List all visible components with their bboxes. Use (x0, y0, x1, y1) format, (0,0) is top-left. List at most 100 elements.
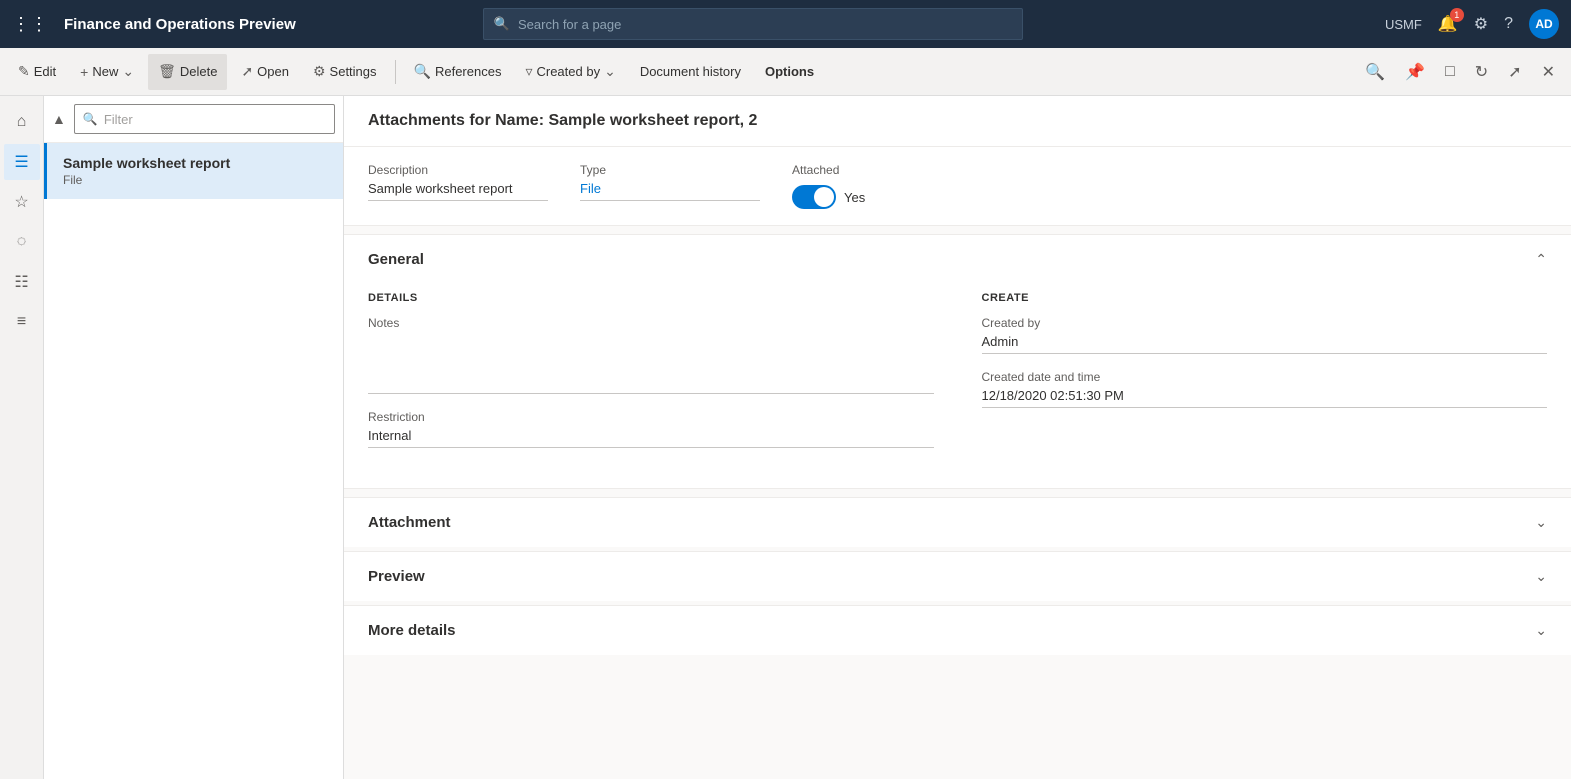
references-button[interactable]: 🔍 References (404, 54, 512, 90)
top-navigation: ⋮⋮ Finance and Operations Preview 🔍 USMF… (0, 0, 1571, 48)
sidebar-item-active[interactable]: ☰ (4, 144, 40, 180)
attachment-section-header[interactable]: Attachment ⌄ (344, 498, 1571, 547)
main-layout: ⌂ ☰ ☆ ◌ ☷ ≡ ▲ 🔍 Sample worksheet report … (0, 96, 1571, 779)
attached-field: Attached Yes (792, 163, 972, 209)
created-date-label: Created date and time (982, 370, 1548, 384)
preview-section: Preview ⌄ (344, 551, 1571, 601)
popout-button[interactable]: ➚ (1500, 56, 1529, 88)
attached-label: Attached (792, 163, 972, 177)
edit-icon: ✎ (18, 63, 30, 80)
document-history-button[interactable]: Document history (630, 54, 751, 90)
new-button[interactable]: + New ⌄ (70, 54, 144, 90)
help-icon[interactable]: ? (1504, 15, 1513, 33)
fields-row: Description Sample worksheet report Type… (344, 147, 1571, 226)
split-button[interactable]: □ (1437, 57, 1463, 87)
toolbar: ✎ Edit + New ⌄ 🗑 Delete ➚ Open ⚙ Setting… (0, 48, 1571, 96)
new-plus-icon: + (80, 64, 88, 80)
details-col-title: DETAILS (368, 292, 934, 304)
grid-icon[interactable]: ⋮⋮ (12, 14, 48, 35)
list-item-title: Sample worksheet report (63, 155, 327, 171)
search-input[interactable] (518, 17, 1012, 32)
list-item[interactable]: Sample worksheet report File (44, 143, 343, 199)
right-content: Attachments for Name: Sample worksheet r… (344, 96, 1571, 779)
type-field: Type File (580, 163, 760, 209)
type-label: Type (580, 163, 760, 177)
open-button[interactable]: ➚ Open (231, 54, 299, 90)
created-by-filter-icon: ▿ (525, 63, 532, 80)
list-item-subtitle: File (63, 173, 327, 187)
global-search-bar[interactable]: 🔍 (483, 8, 1023, 40)
preview-chevron-down-icon: ⌄ (1535, 568, 1547, 585)
preview-section-title: Preview (368, 568, 425, 585)
open-arrow-icon: ➚ (241, 63, 253, 80)
attached-toggle[interactable] (792, 185, 836, 209)
more-details-section-header[interactable]: More details ⌄ (344, 606, 1571, 655)
attachment-section-title: Attachment (368, 514, 451, 531)
filter-input[interactable] (104, 112, 326, 127)
attached-value: Yes (844, 190, 865, 205)
content-title: Attachments for Name: Sample worksheet r… (368, 112, 1547, 130)
created-date-value[interactable]: 12/18/2020 02:51:30 PM (982, 388, 1548, 408)
app-title: Finance and Operations Preview (64, 16, 296, 33)
created-date-field: Created date and time 12/18/2020 02:51:3… (982, 370, 1548, 408)
create-col: CREATE Created by Admin Created date and… (982, 292, 1548, 464)
toolbar-right-actions: 🔍 📌 □ ↻ ➚ ✕ (1357, 56, 1563, 88)
delete-icon: 🗑 (158, 63, 176, 80)
sidebar-item-recent[interactable]: ◌ (4, 224, 40, 260)
org-label: USMF (1385, 17, 1422, 32)
user-avatar[interactable]: AD (1529, 9, 1559, 39)
references-search-icon: 🔍 (414, 63, 431, 80)
sidebar-item-list[interactable]: ≡ (4, 304, 40, 340)
restriction-field: Restriction Internal (368, 410, 934, 448)
options-button[interactable]: Options (755, 54, 824, 90)
created-by-field: Created by Admin (982, 316, 1548, 354)
notification-badge: 1 (1450, 8, 1464, 22)
new-chevron-icon: ⌄ (122, 63, 134, 80)
close-button[interactable]: ✕ (1534, 56, 1563, 88)
more-details-section-title: More details (368, 622, 456, 639)
gear-icon[interactable]: ⚙ (1474, 14, 1488, 34)
created-by-label: Created by (982, 316, 1548, 330)
type-value: File (580, 181, 760, 201)
notes-label: Notes (368, 316, 934, 330)
created-by-value[interactable]: Admin (982, 334, 1548, 354)
general-section-title: General (368, 251, 424, 268)
restriction-value[interactable]: Internal (368, 428, 934, 448)
preview-section-header[interactable]: Preview ⌄ (344, 552, 1571, 601)
pin-button[interactable]: 📌 (1397, 56, 1433, 88)
description-field: Description Sample worksheet report (368, 163, 548, 209)
more-details-section: More details ⌄ (344, 605, 1571, 655)
left-panel: ▲ 🔍 Sample worksheet report File (44, 96, 344, 779)
toolbar-search-button[interactable]: 🔍 (1357, 56, 1393, 88)
sidebar-item-star[interactable]: ☆ (4, 184, 40, 220)
notes-value[interactable] (368, 334, 934, 394)
more-details-chevron-down-icon: ⌄ (1535, 622, 1547, 639)
edit-button[interactable]: ✎ Edit (8, 54, 66, 90)
toolbar-divider (395, 60, 396, 84)
filter-search-icon: 🔍 (83, 112, 98, 126)
sidebar-item-workspace[interactable]: ☷ (4, 264, 40, 300)
general-section-columns: DETAILS Notes Restriction Internal CREAT… (368, 292, 1547, 464)
created-by-button[interactable]: ▿ Created by ⌄ (515, 54, 625, 90)
filter-bar: ▲ 🔍 (44, 96, 343, 143)
refresh-button[interactable]: ↻ (1467, 56, 1496, 88)
general-section-body: DETAILS Notes Restriction Internal CREAT… (344, 284, 1571, 488)
sidebar-item-home[interactable]: ⌂ (4, 104, 40, 140)
details-col: DETAILS Notes Restriction Internal (368, 292, 934, 464)
search-icon: 🔍 (494, 16, 510, 32)
notification-icon[interactable]: 🔔 1 (1438, 14, 1458, 34)
description-value: Sample worksheet report (368, 181, 548, 201)
content-header: Attachments for Name: Sample worksheet r… (344, 96, 1571, 147)
settings-gear-icon: ⚙ (313, 63, 326, 80)
top-nav-right: USMF 🔔 1 ⚙ ? AD (1385, 9, 1559, 39)
create-col-title: CREATE (982, 292, 1548, 304)
delete-button[interactable]: 🗑 Delete (148, 54, 227, 90)
restriction-label: Restriction (368, 410, 934, 424)
notes-field: Notes (368, 316, 934, 394)
settings-button[interactable]: ⚙ Settings (303, 54, 387, 90)
general-section-header[interactable]: General ⌃ (344, 235, 1571, 284)
filter-icon: ▲ (52, 111, 66, 127)
description-label: Description (368, 163, 548, 177)
attachment-chevron-down-icon: ⌄ (1535, 514, 1547, 531)
filter-input-wrap[interactable]: 🔍 (74, 104, 335, 134)
